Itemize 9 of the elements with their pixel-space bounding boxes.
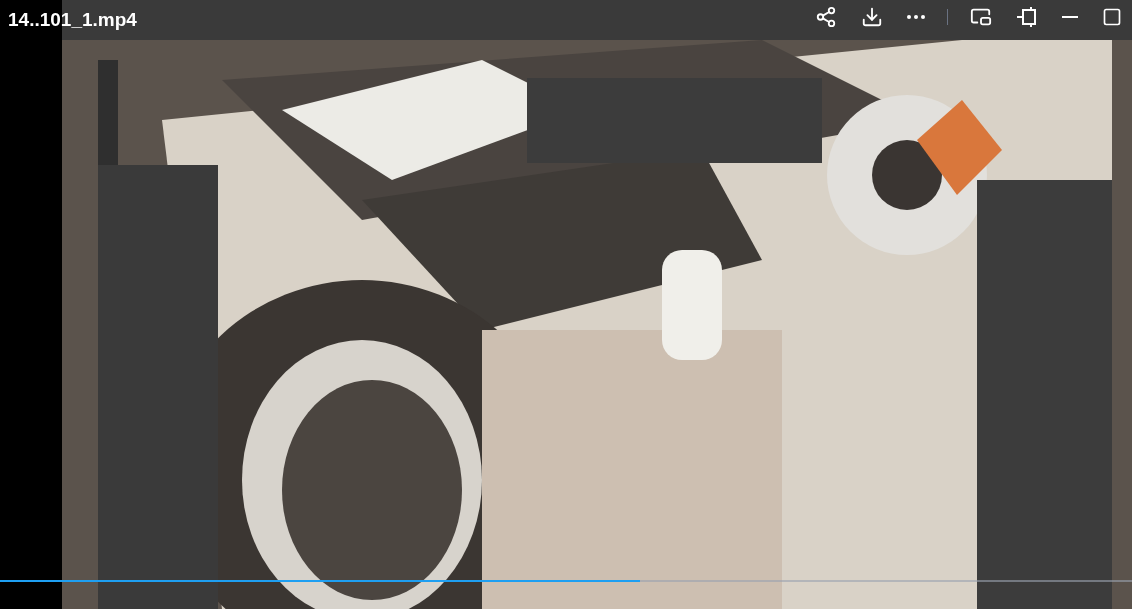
window-icon	[1016, 6, 1038, 28]
share-icon	[815, 6, 837, 28]
video-title: 14..101_1.mp4	[8, 8, 137, 32]
picture-in-picture-icon	[970, 6, 992, 28]
minimize-icon	[1062, 16, 1078, 18]
download-icon	[861, 6, 883, 28]
maximize-icon	[1102, 7, 1122, 27]
more-icon	[907, 15, 925, 19]
more-button[interactable]	[905, 13, 927, 21]
